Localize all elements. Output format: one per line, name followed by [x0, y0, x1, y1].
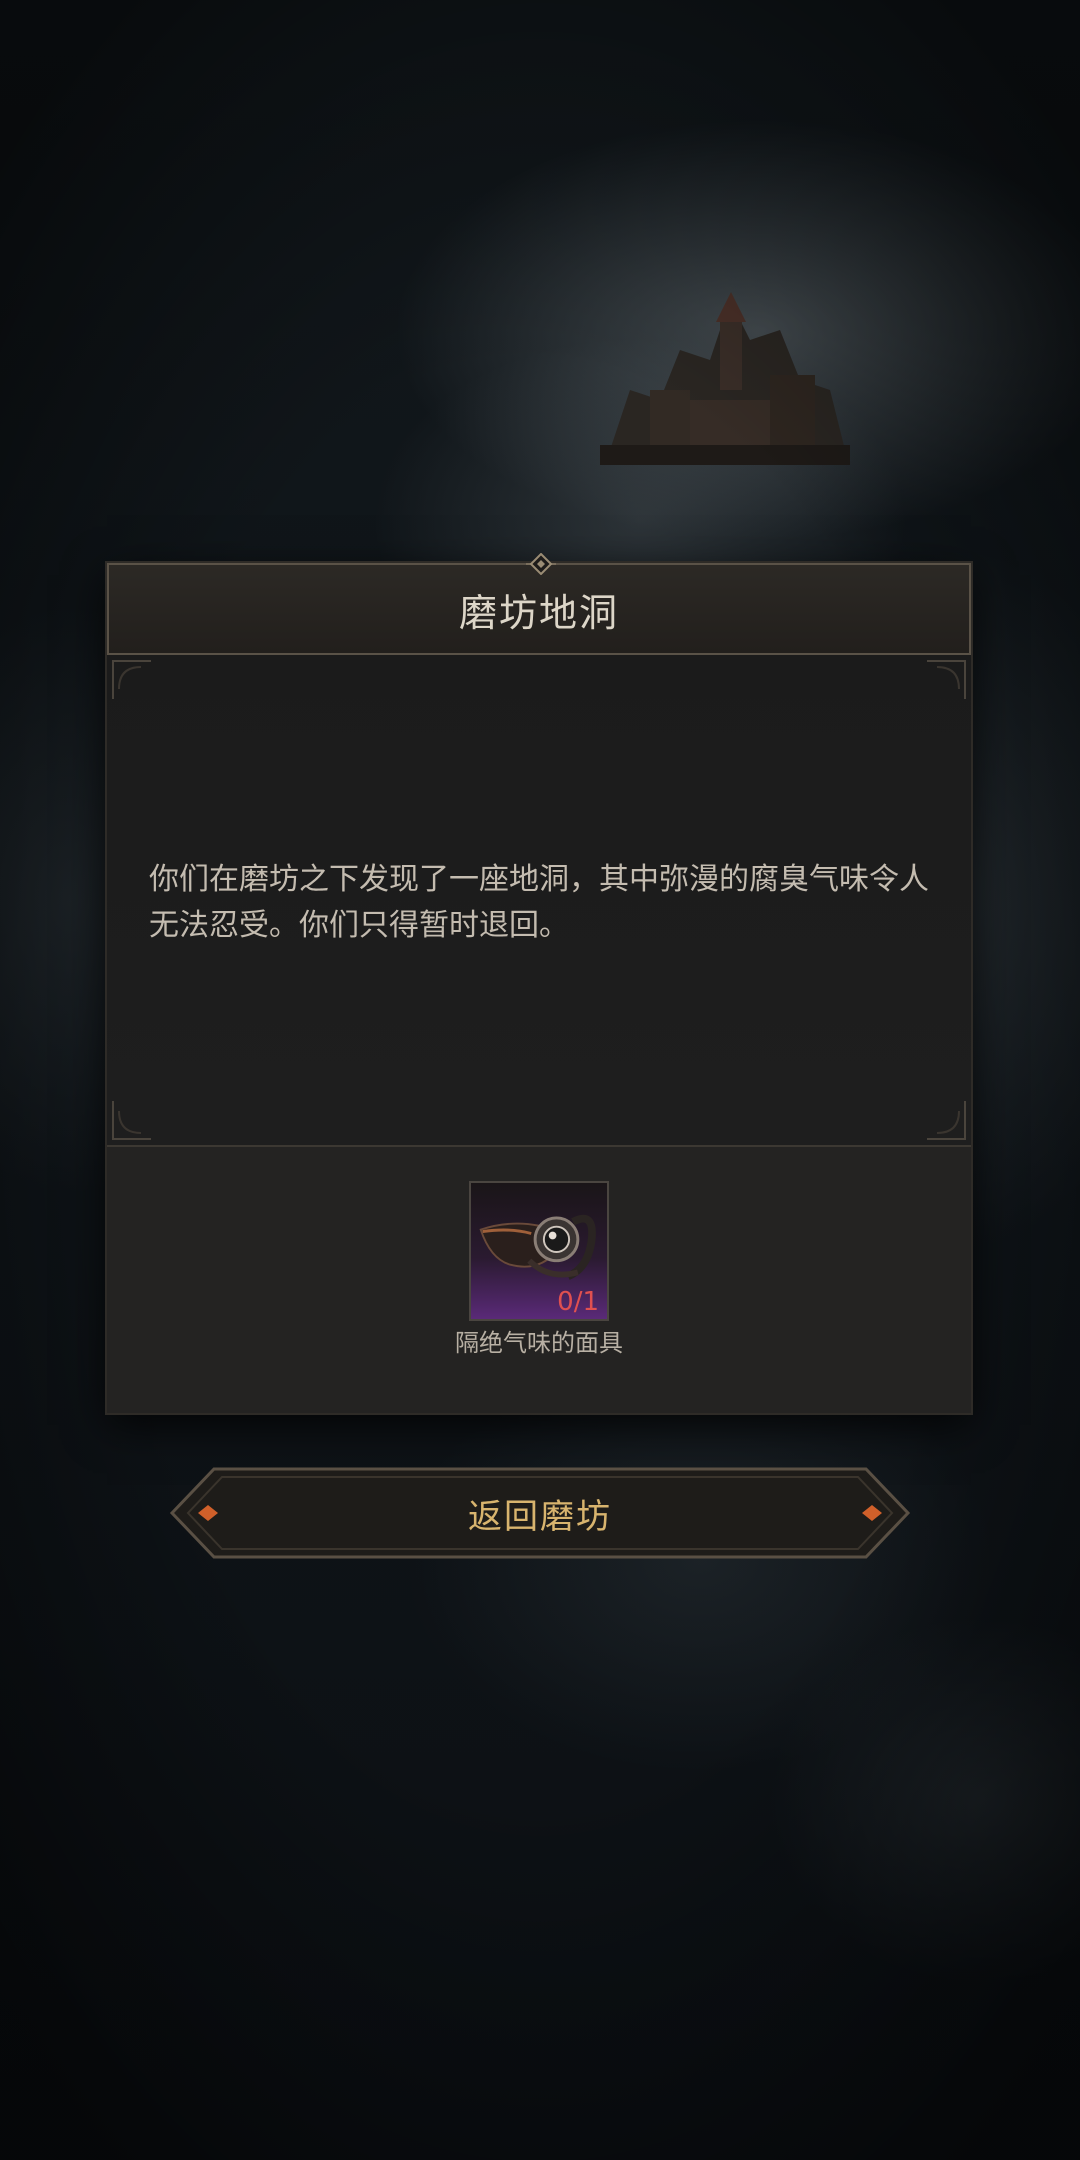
return-to-mill-button[interactable]: 返回磨坊 [168, 1465, 912, 1561]
required-item-name: 隔绝气味的面具 [455, 1329, 623, 1357]
corner-ornament-icon [927, 1101, 966, 1140]
game-screen: 磨坊地洞 你们在磨坊之下发现了一座地洞，其中弥漫的腐臭气味令人无法忍受。你们只得… [0, 0, 1080, 2160]
corner-ornament-icon [112, 660, 151, 699]
dialog-text: 你们在磨坊之下发现了一座地洞，其中弥漫的腐臭气味令人无法忍受。你们只得暂时退回。 [149, 862, 929, 943]
dialog-body: 你们在磨坊之下发现了一座地洞，其中弥漫的腐臭气味令人无法忍受。你们只得暂时退回。 [107, 655, 971, 1147]
corner-ornament-icon [112, 1101, 151, 1140]
dialog-title: 磨坊地洞 [458, 590, 619, 635]
return-button-label: 返回磨坊 [468, 1496, 612, 1537]
castle-map-icon [600, 292, 850, 465]
item-count: 0/1 [557, 1287, 599, 1317]
dialog-header: 磨坊地洞 [107, 553, 971, 655]
required-item-slot[interactable]: 0/1 [469, 1181, 609, 1321]
diamond-ornament-icon [526, 553, 556, 575]
corner-ornament-icon [927, 660, 966, 699]
event-dialog: 磨坊地洞 你们在磨坊之下发现了一座地洞，其中弥漫的腐臭气味令人无法忍受。你们只得… [107, 553, 971, 1413]
